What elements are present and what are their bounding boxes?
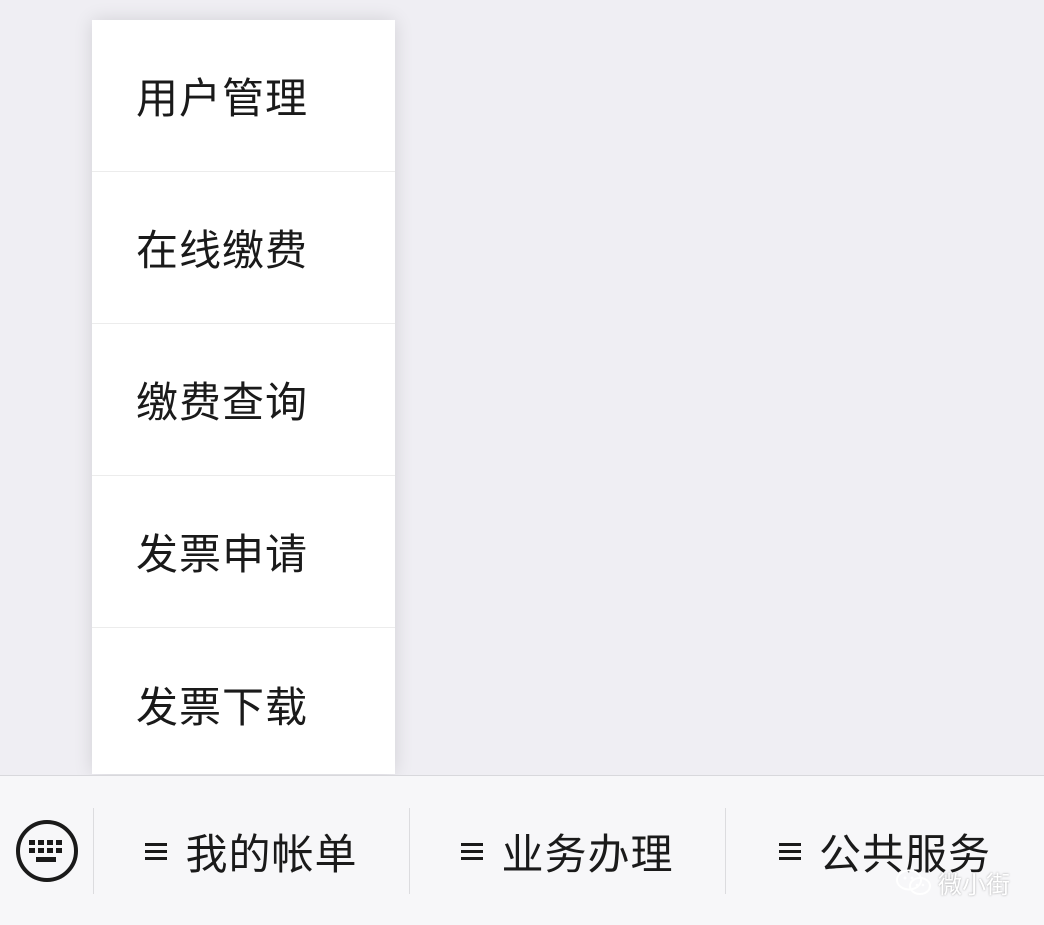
tab-business[interactable]: 业务办理 xyxy=(410,776,725,925)
submenu-popup: 用户管理 在线缴费 缴费查询 发票申请 发票下载 xyxy=(92,20,395,774)
tab-my-bill-label: 我的帐单 xyxy=(185,829,358,879)
watermark-text: 微小街 xyxy=(938,871,1010,899)
tab-my-bill[interactable]: 我的帐单 xyxy=(94,776,409,925)
menu-item-online-payment[interactable]: 在线缴费 xyxy=(92,172,395,324)
wechat-icon xyxy=(896,869,931,895)
menu-icon xyxy=(145,840,168,862)
menu-item-payment-query[interactable]: 缴费查询 xyxy=(92,324,395,476)
menu-icon xyxy=(778,840,801,862)
keyboard-icon xyxy=(15,820,78,882)
menu-item-invoice-request[interactable]: 发票申请 xyxy=(92,476,395,628)
menu-item-user-management[interactable]: 用户管理 xyxy=(92,20,395,172)
keyboard-toggle-button[interactable] xyxy=(0,776,93,925)
bottom-menu-bar: 我的帐单 业务办理 公共服务 xyxy=(0,775,1044,925)
menu-icon xyxy=(461,840,484,862)
screen: 用户管理 在线缴费 缴费查询 发票申请 发票下载 我的帐单 业务办理 公共服务 … xyxy=(0,0,1044,925)
watermark: 微小街 xyxy=(896,865,1010,900)
menu-item-invoice-download[interactable]: 发票下载 xyxy=(92,628,395,780)
tab-business-label: 业务办理 xyxy=(501,829,674,879)
tab-public-service[interactable]: 公共服务 xyxy=(726,776,1044,925)
